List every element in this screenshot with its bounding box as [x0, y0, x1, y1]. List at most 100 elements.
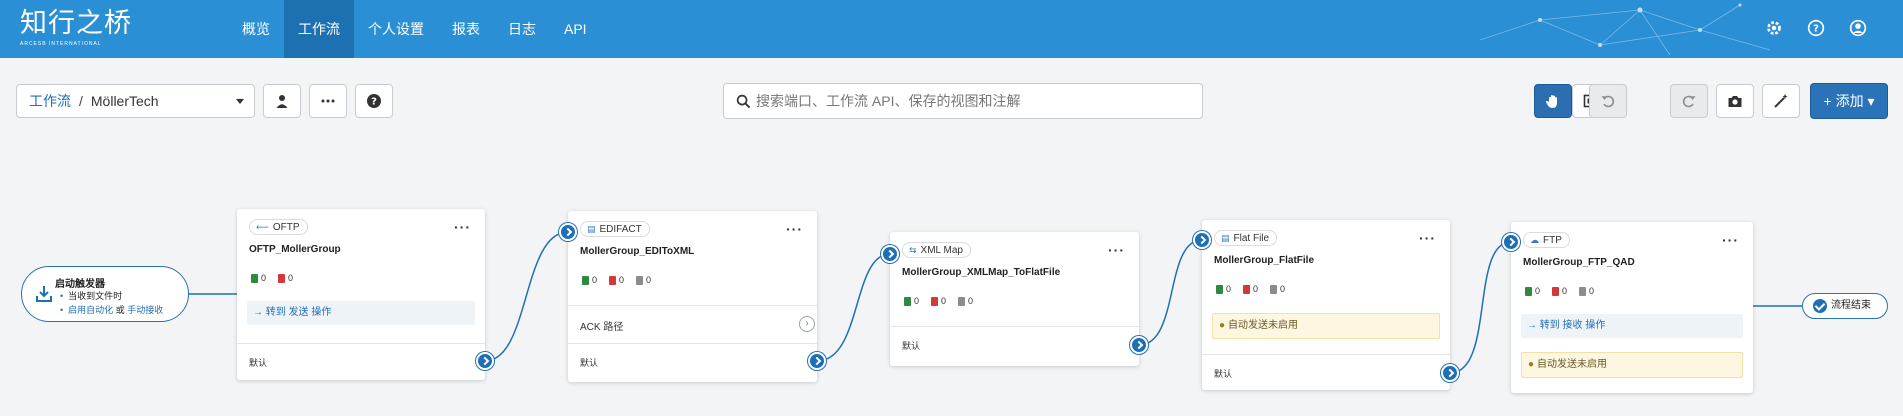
pending-count[interactable]: 0: [1579, 286, 1594, 296]
port-card-oftp[interactable]: ⟵ OFTP ··· OFTP_MollerGroup 0 0 → 转到 发送 操…: [237, 209, 485, 380]
undo-button[interactable]: [1589, 84, 1627, 118]
card-divider: [890, 326, 1139, 327]
pending-count-value: 0: [1280, 284, 1286, 294]
breadcrumb-root[interactable]: 工作流: [29, 93, 71, 109]
trigger-or: 或: [113, 305, 128, 315]
file-pending-icon: [636, 275, 644, 285]
error-count-value: 0: [941, 296, 947, 306]
trigger-title: 启动触发器: [55, 279, 105, 290]
user-icon[interactable]: [1847, 17, 1869, 39]
svg-text:?: ?: [1813, 24, 1819, 35]
card-menu-button[interactable]: ···: [1722, 232, 1739, 248]
user-filter-button[interactable]: [263, 84, 301, 118]
file-error-icon: [278, 273, 286, 283]
card-divider: [1202, 354, 1450, 355]
search-box: [723, 83, 1203, 119]
error-count[interactable]: 0: [278, 273, 293, 283]
error-count[interactable]: 0: [609, 275, 624, 285]
input-port[interactable]: [1502, 233, 1520, 251]
card-divider: [237, 343, 485, 344]
file-success-icon: [582, 275, 589, 285]
card-menu-button[interactable]: ···: [1419, 230, 1436, 246]
success-count[interactable]: 0: [1525, 286, 1540, 296]
connector-type-label: FTP: [1543, 235, 1562, 246]
screenshot-button[interactable]: [1716, 84, 1754, 118]
nav-workflow[interactable]: 工作流: [284, 0, 354, 58]
port-name: MollerGroup_EDIToXML: [580, 246, 695, 257]
nav-api[interactable]: API: [550, 0, 601, 58]
file-success-icon: [1525, 286, 1532, 296]
connector-type-tag: ⇆ XML Map: [902, 242, 971, 258]
port-card-ftp[interactable]: ☁ FTP ··· MollerGroup_FTP_QAD 0 0 0 → 转到 …: [1511, 222, 1753, 393]
success-count-value: 0: [261, 273, 267, 283]
nav-logs[interactable]: 日志: [494, 0, 550, 58]
manual-receive-link[interactable]: 手动接收: [127, 305, 163, 315]
warning-icon: ●: [1528, 359, 1535, 370]
nav-profile[interactable]: 个人设置: [354, 0, 438, 58]
magic-wand-icon: [1774, 94, 1788, 108]
add-button[interactable]: + 添加 ▾: [1810, 83, 1888, 119]
error-count[interactable]: 0: [1552, 286, 1567, 296]
pan-mode-button[interactable]: [1534, 84, 1572, 118]
file-error-icon: [931, 296, 939, 306]
auto-layout-button[interactable]: [1762, 84, 1800, 118]
port-name: MollerGroup_FlatFile: [1214, 255, 1315, 266]
nav-reports[interactable]: 报表: [438, 0, 494, 58]
output-label: 默认: [1214, 369, 1233, 379]
pending-count[interactable]: 0: [1270, 284, 1285, 294]
chevron-down-icon[interactable]: [236, 99, 244, 104]
search-input[interactable]: [756, 84, 1196, 118]
search-icon: [736, 94, 751, 109]
input-port[interactable]: [559, 223, 577, 241]
success-count[interactable]: 0: [1216, 284, 1231, 294]
question-circle-icon: ?: [367, 94, 381, 108]
file-success-icon: [1216, 284, 1223, 294]
port-card-edifact[interactable]: ▤ EDIFACT ··· MollerGroup_EDIToXML 0 0 0 …: [568, 211, 817, 382]
port-card-flat-file[interactable]: ▤ Flat File ··· MollerGroup_FlatFile 0 0 …: [1202, 220, 1450, 390]
output-port[interactable]: [1441, 364, 1459, 382]
error-count[interactable]: 0: [931, 296, 946, 306]
breadcrumb[interactable]: 工作流 / MöllerTech: [16, 84, 255, 118]
file-success-icon: [904, 296, 911, 306]
more-options-button[interactable]: [309, 84, 347, 118]
ack-path-port[interactable]: ›: [799, 316, 815, 332]
success-count-value: 0: [1535, 286, 1541, 296]
success-count[interactable]: 0: [582, 275, 597, 285]
enable-automation-link[interactable]: 启用自动化: [68, 305, 113, 315]
error-count-value: 0: [288, 273, 294, 283]
connector-type-tag: ⟵ OFTP: [249, 219, 308, 235]
pending-count[interactable]: 0: [958, 296, 973, 306]
card-menu-button[interactable]: ···: [786, 221, 803, 237]
help-button[interactable]: ?: [355, 84, 393, 118]
download-icon: [36, 286, 52, 302]
nav-overview[interactable]: 概览: [228, 0, 284, 58]
warning-icon: ●: [1219, 320, 1226, 331]
goto-receive-action-link[interactable]: → 转到 接收 操作: [1521, 314, 1743, 338]
goto-send-action-link[interactable]: → 转到 发送 操作: [247, 301, 475, 325]
help-icon[interactable]: ?: [1805, 17, 1827, 39]
port-card-xml-map[interactable]: ⇆ XML Map ··· MollerGroup_XMLMap_ToFlatFi…: [890, 232, 1139, 366]
pending-count[interactable]: 0: [636, 275, 651, 285]
output-port[interactable]: [476, 352, 494, 370]
success-count[interactable]: 0: [251, 273, 266, 283]
card-menu-button[interactable]: ···: [454, 219, 471, 235]
redo-button[interactable]: [1670, 84, 1708, 118]
connector-type-label: Flat File: [1233, 233, 1270, 244]
input-port[interactable]: [881, 245, 899, 263]
error-count[interactable]: 0: [1243, 284, 1258, 294]
output-port[interactable]: [808, 352, 826, 370]
card-menu-button[interactable]: ···: [1108, 242, 1125, 258]
gear-icon[interactable]: [1763, 17, 1785, 39]
flow-end-node[interactable]: 流程结束: [1802, 293, 1888, 319]
start-trigger[interactable]: 启动触发器 当收到文件时 启用自动化 或 手动接收: [21, 266, 189, 322]
trigger-condition: 启用自动化 或 手动接收: [60, 303, 163, 317]
trigger-condition: 当收到文件时: [60, 289, 163, 303]
brand-logo[interactable]: 知行之桥 ARCESB INTERNATIONAL: [20, 8, 132, 47]
input-port[interactable]: [1193, 231, 1211, 249]
output-port[interactable]: [1130, 336, 1148, 354]
warning-banner: ● 自动发送未启用: [1521, 352, 1743, 378]
success-count[interactable]: 0: [904, 296, 919, 306]
file-success-icon: [251, 273, 258, 283]
connector-type-label: XML Map: [920, 245, 963, 256]
port-name: MollerGroup_FTP_QAD: [1523, 257, 1635, 268]
